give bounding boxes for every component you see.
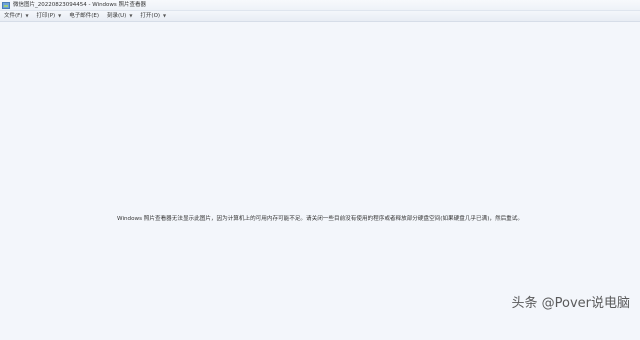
menu-file-label: 文件(F) bbox=[4, 13, 23, 19]
menu-burn-label: 刻录(U) bbox=[107, 13, 127, 19]
photo-viewer-icon bbox=[2, 1, 10, 9]
menu-print-label: 打印(P) bbox=[36, 13, 56, 19]
menu-open[interactable]: 打开(O) ▼ bbox=[136, 11, 170, 21]
chevron-down-icon: ▼ bbox=[58, 13, 62, 18]
menu-email-label: 电子邮件(E) bbox=[69, 13, 100, 19]
watermark: 头条 @Pover说电脑 bbox=[511, 296, 631, 311]
menu-email[interactable]: 电子邮件(E) bbox=[65, 11, 103, 21]
menu-burn[interactable]: 刻录(U) ▼ bbox=[103, 11, 136, 21]
title-bar: 微信图片_20220823094454 - Windows 照片查看器 bbox=[0, 0, 640, 11]
chevron-down-icon: ▼ bbox=[163, 13, 167, 18]
error-message: Windows 照片查看器无法显示此图片，因为计算机上的可用内存可能不足。请关闭… bbox=[117, 216, 523, 222]
chevron-down-icon: ▼ bbox=[129, 13, 133, 18]
window-title: 微信图片_20220823094454 - Windows 照片查看器 bbox=[13, 2, 147, 8]
menu-bar: 文件(F) ▼ 打印(P) ▼ 电子邮件(E) 刻录(U) ▼ 打开(O) ▼ bbox=[0, 11, 640, 22]
menu-file[interactable]: 文件(F) ▼ bbox=[0, 11, 33, 21]
chevron-down-icon: ▼ bbox=[25, 13, 29, 18]
menu-open-label: 打开(O) bbox=[140, 13, 161, 19]
menu-print[interactable]: 打印(P) ▼ bbox=[33, 11, 66, 21]
